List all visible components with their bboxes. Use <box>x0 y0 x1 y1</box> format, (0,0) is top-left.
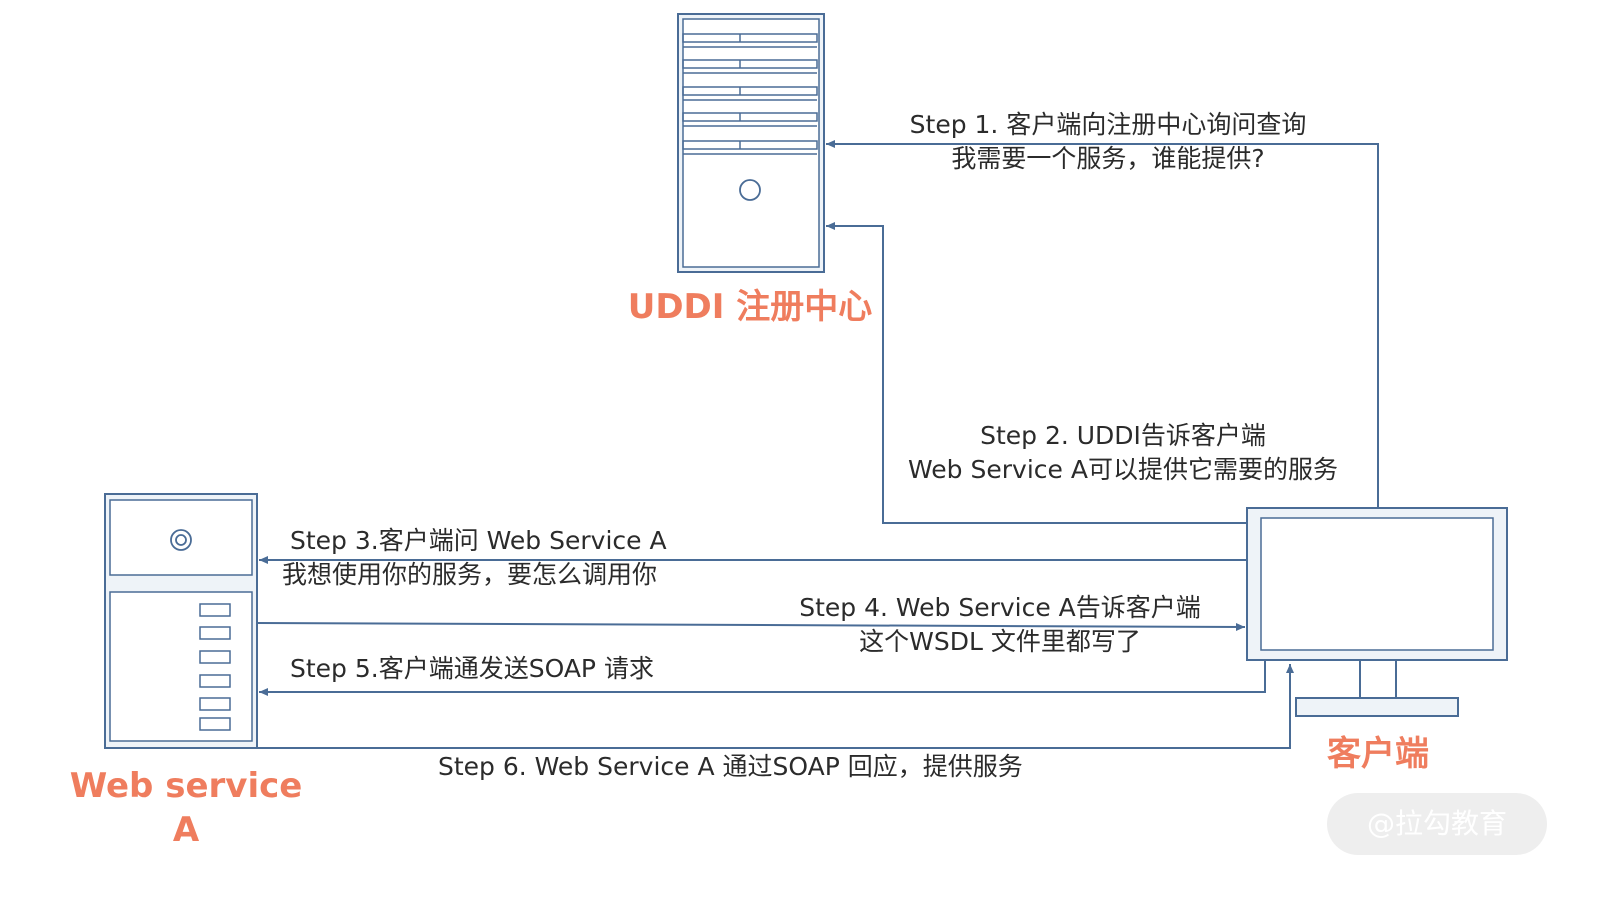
step1-line1: Step 1. 客户端向注册中心询问查询 <box>909 110 1307 139</box>
step2-line1: Step 2. UDDI告诉客户端 <box>980 421 1266 450</box>
step1-line2: 我需要一个服务，谁能提供? <box>951 144 1265 173</box>
webservice-title-line1: Web service <box>69 766 303 806</box>
step3-label: Step 3.客户端问 Web Service A 我想使用你的服务，要怎么调用… <box>282 524 742 592</box>
step6-line1: Step 6. Web Service A 通过SOAP 回应，提供服务 <box>438 752 1023 781</box>
step5-label: Step 5.客户端通发送SOAP 请求 <box>290 652 750 686</box>
uddi-title: UDDI 注册中心 <box>627 287 873 327</box>
step4-label: Step 4. Web Service A告诉客户端 这个WSDL 文件里都写了 <box>770 591 1230 659</box>
client-monitor-icon <box>1246 507 1508 717</box>
step4-line2: 这个WSDL 文件里都写了 <box>859 627 1141 656</box>
step4-line1: Step 4. Web Service A告诉客户端 <box>799 593 1201 622</box>
step5-line1: Step 5.客户端通发送SOAP 请求 <box>290 654 654 683</box>
step3-line1: Step 3.客户端问 Web Service A <box>290 526 667 555</box>
watermark-badge: @拉勾教育 <box>1327 793 1547 855</box>
client-title: 客户端 <box>1327 734 1429 774</box>
webservice-title-line2: A <box>172 810 200 850</box>
uddi-server-icon <box>677 13 825 273</box>
step1-label: Step 1. 客户端向注册中心询问查询 我需要一个服务，谁能提供? <box>868 108 1348 176</box>
step2-label: Step 2. UDDI告诉客户端 Web Service A可以提供它需要的服… <box>878 419 1368 487</box>
webservice-server-icon <box>104 493 258 749</box>
step2-line2: Web Service A可以提供它需要的服务 <box>908 455 1338 484</box>
step3-line2: 我想使用你的服务，要怎么调用你 <box>282 560 658 589</box>
step6-label: Step 6. Web Service A 通过SOAP 回应，提供服务 <box>438 750 1138 784</box>
